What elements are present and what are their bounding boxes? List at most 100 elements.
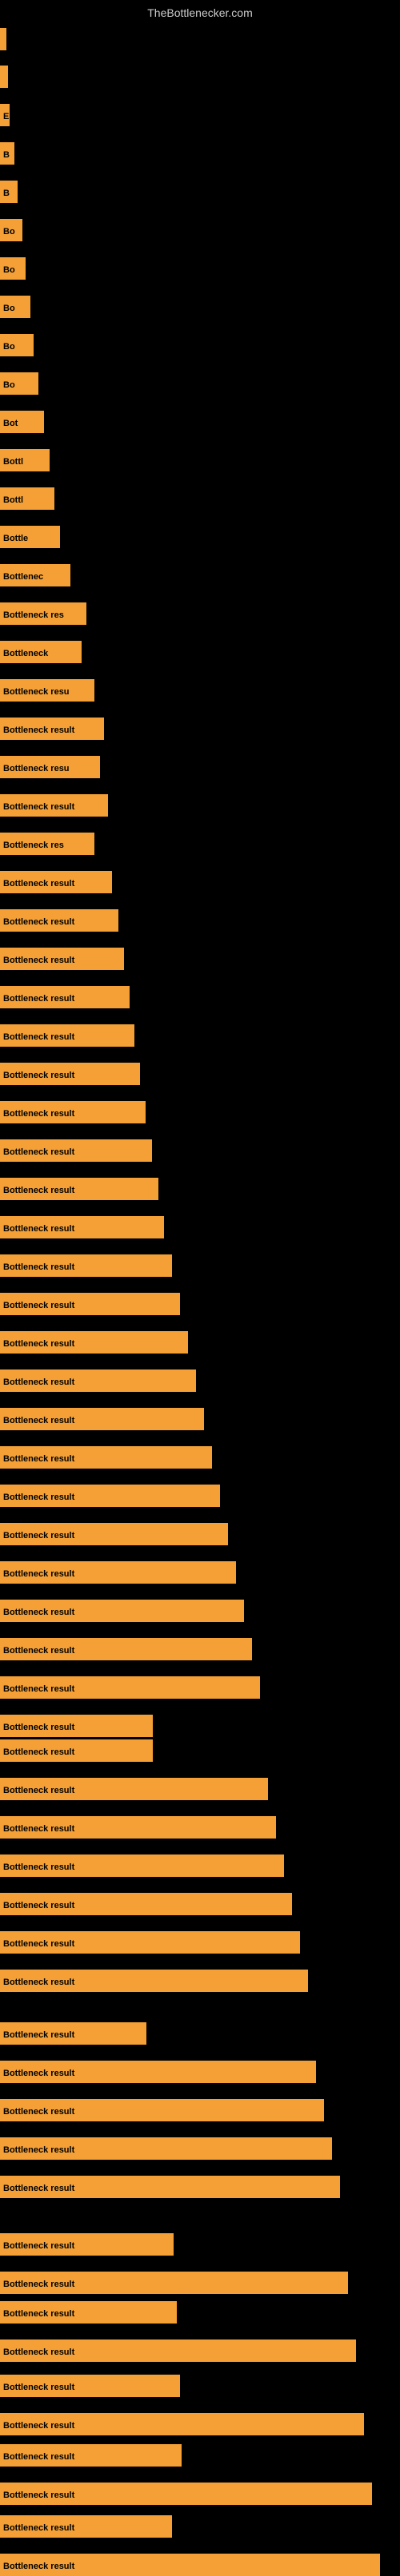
bar-label: Bottleneck result xyxy=(0,1178,158,1200)
bar-label: Bottleneck result xyxy=(0,1446,212,1469)
bar-item: Bottlenec xyxy=(0,564,70,586)
bar-label: Bottleneck result xyxy=(0,2515,172,2538)
bar-item: Bottleneck result xyxy=(0,2339,356,2362)
bar-label: Bottleneck result xyxy=(0,909,118,932)
bar-label xyxy=(0,28,6,50)
bar-label: Bottleneck result xyxy=(0,1893,292,1915)
bar-item: Bottleneck result xyxy=(0,718,104,740)
bar-label: Bottleneck result xyxy=(0,1408,204,1430)
bar-label: Bottleneck result xyxy=(0,1561,236,1584)
bar-label: Bottleneck result xyxy=(0,2339,356,2362)
bar-label: Bottleneck result xyxy=(0,1715,153,1737)
bar-label: Bottleneck result xyxy=(0,1816,276,1839)
bar-item: Bottleneck result xyxy=(0,1293,180,1315)
bar-item: Bottleneck result xyxy=(0,2099,324,2121)
bar-item: Bottleneck result xyxy=(0,2233,174,2256)
bar-label: Bottleneck result xyxy=(0,1139,152,1162)
bar-label: Bottleneck result xyxy=(0,1523,228,1545)
bar-label: Bottleneck result xyxy=(0,2301,177,2324)
bar-item: Bottleneck res xyxy=(0,833,94,855)
bar-item: Bottleneck result xyxy=(0,1816,276,1839)
bar-label: B xyxy=(0,142,14,165)
bar-label: Bottleneck result xyxy=(0,794,108,817)
bar-item: Bottleneck result xyxy=(0,1715,153,1737)
bar-label: Bottleneck result xyxy=(0,1676,260,1699)
bar-item: Bottleneck result xyxy=(0,2483,372,2505)
bar-item: Bottleneck result xyxy=(0,1600,244,1622)
bar-item: Bottleneck result xyxy=(0,1024,134,1047)
bar-item: Bottleneck result xyxy=(0,2022,146,2045)
bar-item: Bottleneck result xyxy=(0,948,124,970)
bar-label: Bottleneck result xyxy=(0,2022,146,2045)
bar-item: Bottleneck result xyxy=(0,1216,164,1238)
bar-item: Bottleneck result xyxy=(0,2375,180,2397)
bar-label: Bottleneck result xyxy=(0,1931,300,1954)
bar-label: Bottl xyxy=(0,487,54,510)
bar-label: Bottl xyxy=(0,449,50,471)
bar-item: Bottleneck result xyxy=(0,2272,348,2294)
bar-item: B xyxy=(0,181,18,203)
bar-label: Bottle xyxy=(0,526,60,548)
bar-item: Bottleneck result xyxy=(0,1139,152,1162)
bar-item: Bottleneck result xyxy=(0,2301,177,2324)
bar-item: Bo xyxy=(0,334,34,356)
bar-label: Bottleneck result xyxy=(0,1293,180,1315)
bar-label: Bottleneck res xyxy=(0,602,86,625)
bar-item: Bottleneck resu xyxy=(0,679,94,702)
bar-item: Bottleneck result xyxy=(0,1931,300,1954)
bar-label: Bo xyxy=(0,334,34,356)
bar-item: Bottleneck result xyxy=(0,2444,182,2467)
bar-label: Bo xyxy=(0,372,38,395)
bar-item xyxy=(0,66,8,88)
bar-item: Bottleneck xyxy=(0,641,82,663)
bar-item: Bottleneck result xyxy=(0,2176,340,2198)
bar-item: Bottleneck result xyxy=(0,1408,204,1430)
bar-label: Bottleneck result xyxy=(0,1778,268,1800)
bar-item: Bottle xyxy=(0,526,60,548)
bar-label: Bottleneck result xyxy=(0,1854,284,1877)
bar-item: Bottleneck result xyxy=(0,1523,228,1545)
bar-label: Bottleneck result xyxy=(0,2483,372,2505)
bar-item: Bottleneck result xyxy=(0,794,108,817)
bar-item: Bottleneck result xyxy=(0,2061,316,2083)
bar-item: Bot xyxy=(0,411,44,433)
bar-label: Bottleneck result xyxy=(0,1600,244,1622)
bar-label xyxy=(0,66,8,88)
bar-item: Bottleneck result xyxy=(0,1369,196,1392)
bar-item: Bottleneck result xyxy=(0,1331,188,1354)
bar-label: Bottleneck result xyxy=(0,1970,308,1992)
bar-item: Bottleneck result xyxy=(0,1101,146,1123)
bar-label: Bottleneck result xyxy=(0,1216,164,1238)
site-title: TheBottlenecker.com xyxy=(0,0,400,22)
bar-label: Bo xyxy=(0,257,26,280)
bar-label: Bottleneck result xyxy=(0,2375,180,2397)
bar-label: Bottleneck result xyxy=(0,2233,174,2256)
bar-label: Bottleneck result xyxy=(0,2176,340,2198)
bar-item: Bo xyxy=(0,296,30,318)
bar-label: Bottleneck result xyxy=(0,2554,380,2576)
bar-item: Bottleneck result xyxy=(0,1446,212,1469)
bar-item: Bo xyxy=(0,372,38,395)
bar-item: Bo xyxy=(0,219,22,241)
bar-item: Bottleneck result xyxy=(0,909,118,932)
bar-label: Bottleneck result xyxy=(0,1101,146,1123)
bar-label: Bottleneck result xyxy=(0,1739,153,1762)
bar-label: Bottleneck result xyxy=(0,1024,134,1047)
bar-item: Bottleneck res xyxy=(0,602,86,625)
bar-item: Bottleneck result xyxy=(0,1778,268,1800)
bar-item: E xyxy=(0,104,10,126)
bar-label: Bo xyxy=(0,296,30,318)
bar-item: Bottleneck result xyxy=(0,1970,308,1992)
bar-item: Bottleneck result xyxy=(0,2137,332,2160)
bar-item: Bottleneck result xyxy=(0,2413,364,2435)
bar-label: Bottleneck xyxy=(0,641,82,663)
bar-label: Bottleneck result xyxy=(0,1369,196,1392)
bar-item: Bottleneck result xyxy=(0,1561,236,1584)
bar-item: Bottleneck result xyxy=(0,1178,158,1200)
bar-label: Bottleneck result xyxy=(0,2272,348,2294)
bar-label: Bot xyxy=(0,411,44,433)
bar-item: Bottl xyxy=(0,449,50,471)
bar-label: Bo xyxy=(0,219,22,241)
bar-item: Bottleneck result xyxy=(0,1739,153,1762)
bar-label: Bottlenec xyxy=(0,564,70,586)
